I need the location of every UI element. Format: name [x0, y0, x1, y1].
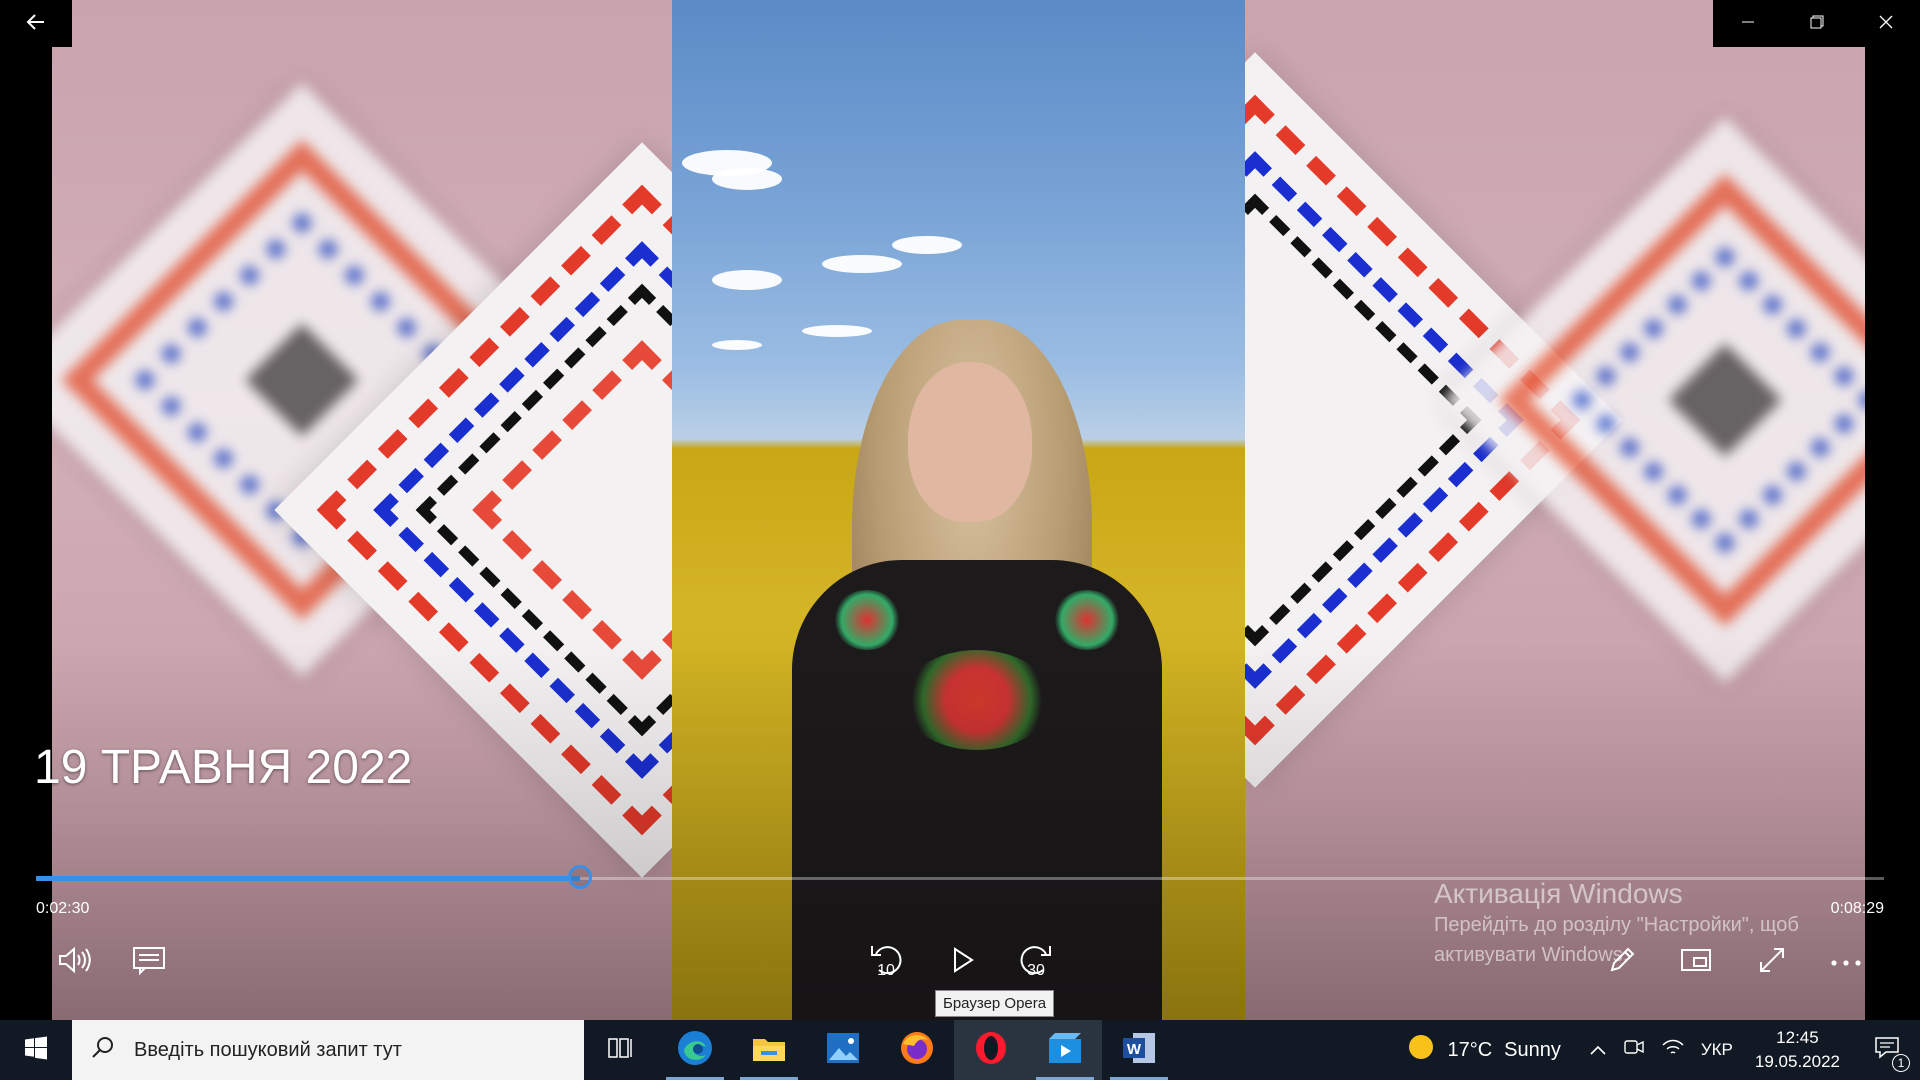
temperature: 17°C	[1447, 1038, 1493, 1061]
current-time: 0:02:30	[36, 900, 90, 917]
taskbar-opera[interactable]	[954, 1020, 1028, 1080]
word-icon: W	[1121, 1031, 1157, 1069]
camera-icon	[1623, 1036, 1645, 1064]
start-button[interactable]	[0, 1020, 72, 1080]
activation-line-1: Перейдіть до розділу "Настройки", щоб	[1434, 914, 1799, 936]
arrow-left-icon	[26, 12, 46, 36]
volume-button[interactable]	[50, 940, 98, 984]
skip-back-label: 10	[877, 962, 895, 979]
video-title: 19 ТРАВНЯ 2022	[34, 741, 413, 794]
network-button[interactable]	[1653, 1020, 1693, 1080]
skip-forward-button[interactable]: 30	[1012, 940, 1060, 984]
restore-button[interactable]	[1782, 0, 1851, 47]
skip-back-button[interactable]: 10	[862, 940, 910, 984]
play-button[interactable]	[938, 940, 986, 984]
taskbar-photos[interactable]	[806, 1020, 880, 1080]
edge-icon	[676, 1029, 714, 1071]
restore-icon	[1810, 14, 1824, 33]
task-view-button[interactable]	[584, 1020, 658, 1080]
task-view-icon	[607, 1035, 635, 1065]
opera-icon	[974, 1030, 1008, 1070]
windows-activation-watermark: Активація Windows Перейдіть до розділу "…	[1434, 878, 1799, 970]
activation-title: Активація Windows	[1434, 878, 1683, 909]
seek-thumb[interactable]	[568, 865, 593, 889]
weather-widget[interactable]: 17°C Sunny	[1399, 1020, 1568, 1080]
taskbar-tooltip: Браузер Opera	[935, 990, 1055, 1017]
clock-date: 19.05.2022	[1754, 1052, 1840, 1071]
wifi-icon	[1661, 1036, 1685, 1064]
minimize-icon	[1741, 14, 1755, 33]
taskbar-search-box[interactable]: Введіть пошуковий запит тут	[72, 1020, 584, 1080]
weather-condition: Sunny	[1504, 1038, 1561, 1061]
taskbar-word[interactable]: W	[1102, 1020, 1176, 1080]
windows-logo-icon	[24, 1036, 48, 1064]
firefox-icon	[899, 1030, 935, 1070]
sun-icon	[1407, 1033, 1435, 1067]
back-button[interactable]	[0, 0, 72, 47]
volume-icon	[57, 945, 91, 979]
minimize-button[interactable]	[1713, 0, 1782, 47]
close-icon	[1879, 14, 1893, 33]
search-icon	[90, 1035, 116, 1065]
taskbar-edge[interactable]	[658, 1020, 732, 1080]
window-controls	[1713, 0, 1920, 47]
play-icon	[947, 945, 977, 979]
taskbar-movies-tv[interactable]	[1028, 1020, 1102, 1080]
person-face	[908, 362, 1032, 522]
clock-time: 12:45	[1776, 1028, 1819, 1047]
folder-icon	[751, 1033, 787, 1067]
taskbar-file-explorer[interactable]	[732, 1020, 806, 1080]
taskbar-firefox[interactable]	[880, 1020, 954, 1080]
show-hidden-icons-button[interactable]	[1581, 1020, 1615, 1080]
chevron-up-icon	[1589, 1039, 1607, 1062]
more-options-button[interactable]	[1822, 940, 1870, 984]
meet-now-button[interactable]	[1615, 1020, 1653, 1080]
seek-progress	[36, 876, 581, 881]
svg-text:W: W	[1127, 1041, 1142, 1058]
activation-line-2: активувати Windows.	[1434, 944, 1629, 966]
photos-icon	[826, 1032, 860, 1068]
notifications-button[interactable]: 1	[1854, 1020, 1920, 1080]
notification-count: 1	[1892, 1054, 1910, 1072]
system-tray: 17°C Sunny УКР 12:45 19.05.2022 1	[1399, 1020, 1920, 1080]
clock[interactable]: 12:45 19.05.2022	[1741, 1020, 1854, 1080]
captions-button[interactable]	[125, 940, 173, 984]
search-placeholder: Введіть пошуковий запит тут	[134, 1038, 402, 1061]
taskbar: Введіть пошуковий запит тут W 17°C Sunny…	[0, 1020, 1920, 1080]
skip-forward-label: 30	[1027, 962, 1045, 979]
more-icon	[1830, 953, 1862, 972]
close-button[interactable]	[1851, 0, 1920, 47]
video-frame[interactable]	[0, 0, 1920, 1020]
total-time: 0:08:29	[1830, 900, 1884, 917]
language-indicator[interactable]: УКР	[1693, 1020, 1741, 1080]
captions-icon	[132, 945, 166, 979]
movies-tv-icon	[1047, 1031, 1083, 1069]
